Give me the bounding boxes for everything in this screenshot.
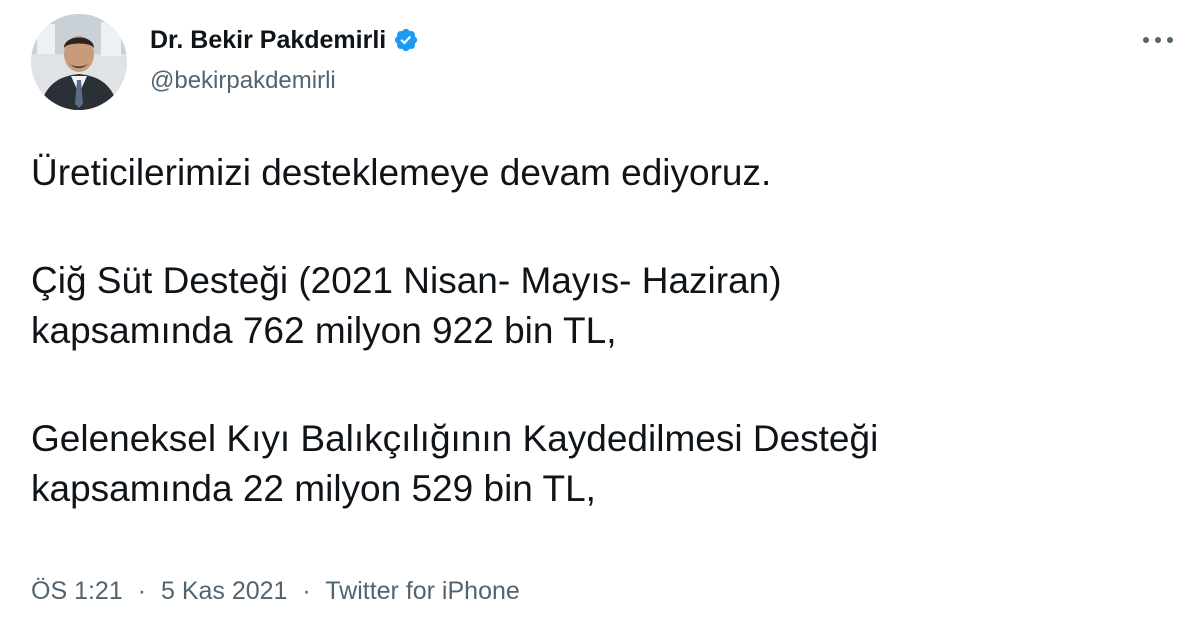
tweet-meta: ÖS 1:21 · 5 Kas 2021 · Twitter for iPhon… — [31, 574, 520, 608]
meta-separator: · — [302, 577, 311, 605]
tweet-line: kapsamında 762 milyon 922 bin TL, — [31, 310, 617, 351]
verified-badge-icon — [393, 27, 419, 53]
tweet-card: Dr. Bekir Pakdemirli @bekirpakdemirli Ür… — [0, 0, 1200, 628]
meta-separator: · — [137, 577, 147, 605]
tweet-line: kapsamında 22 milyon 529 bin TL, — [31, 468, 596, 509]
tweet-line: Üreticilerimizi desteklemeye devam ediyo… — [31, 152, 772, 193]
tweet-text: Üreticilerimizi desteklemeye devam ediyo… — [31, 148, 1171, 514]
tweet-source[interactable]: Twitter for iPhone — [325, 577, 520, 605]
avatar[interactable] — [31, 14, 127, 110]
tweet-date[interactable]: 5 Kas 2021 — [161, 577, 288, 605]
avatar-photo — [31, 14, 127, 110]
tweet-line: Geleneksel Kıyı Balıkçılığının Kaydedilm… — [31, 418, 879, 459]
tweet-line: Çiğ Süt Desteği (2021 Nisan- Mayıs- Hazi… — [31, 260, 782, 301]
tweet-time[interactable]: ÖS 1:21 — [31, 577, 123, 605]
author-name[interactable]: Dr. Bekir Pakdemirli — [150, 24, 419, 56]
author-name-text[interactable]: Dr. Bekir Pakdemirli — [150, 24, 386, 56]
more-horizontal-icon[interactable] — [1140, 28, 1176, 52]
author-handle[interactable]: @bekirpakdemirli — [150, 66, 336, 96]
